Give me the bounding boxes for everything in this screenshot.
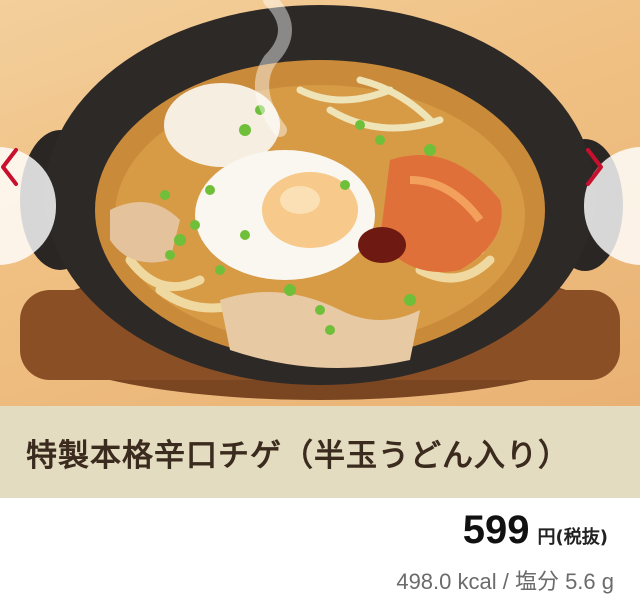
product-photo (0, 0, 640, 406)
product-info: 599 円(税抜) 498.0 kcal / 塩分 5.6 g (0, 498, 640, 601)
chevron-right-icon (586, 148, 603, 186)
price-value: 599 (462, 508, 530, 552)
chevron-left-icon (1, 148, 18, 186)
price: 599 円(税抜) (463, 508, 608, 553)
product-title-bar: 特製本格辛口チゲ（半玉うどん入り） (0, 406, 640, 498)
product-title: 特製本格辛口チゲ（半玉うどん入り） (26, 437, 570, 474)
price-unit: 円(税抜) (537, 527, 608, 548)
nutrition-info: 498.0 kcal / 塩分 5.6 g (396, 569, 614, 594)
